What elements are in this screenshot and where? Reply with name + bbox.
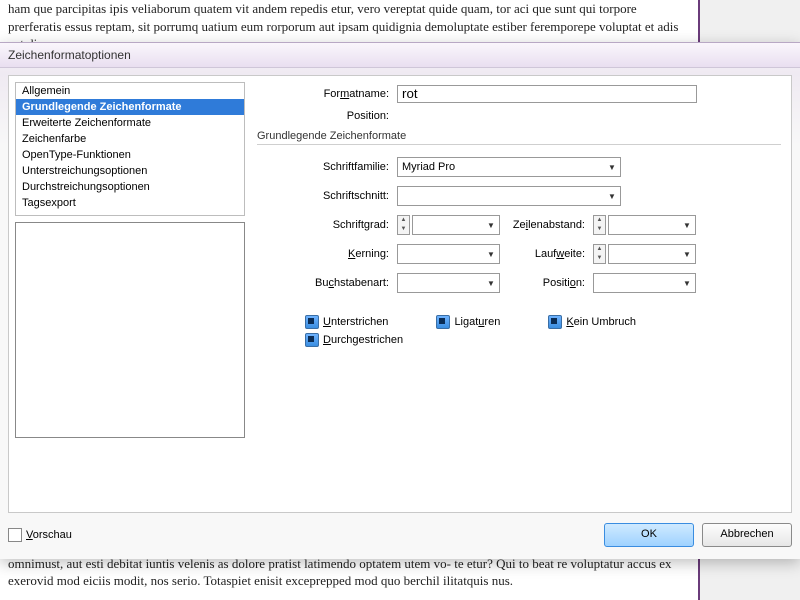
buchstabenart-label: Buchstabenart: xyxy=(257,277,397,289)
kerning-label: Kerning: xyxy=(257,248,397,260)
chevron-down-icon: ▼ xyxy=(679,221,695,230)
formatname-label: Formatname: xyxy=(257,88,397,100)
checkbox-row-2: Durchgestrichen xyxy=(305,333,781,347)
laufweite-label: Laufweite: xyxy=(500,248,593,260)
unterstrichen-checkbox[interactable]: Unterstrichen xyxy=(305,315,388,329)
chevron-down-icon: ▼ xyxy=(483,250,499,259)
position-top-label: Position: xyxy=(257,110,397,122)
kein-umbruch-label: Kein Umbruch xyxy=(566,316,636,328)
sidebar-item-erweiterte-zeichenformate[interactable]: Erweiterte Zeichenformate xyxy=(16,115,244,131)
vorschau-label: Vorschau xyxy=(26,529,72,541)
sidebar-item-opentype-funktionen[interactable]: OpenType-Funktionen xyxy=(16,147,244,163)
preview-box xyxy=(15,222,245,438)
chevron-down-icon: ▼ xyxy=(679,250,695,259)
kerning-combo[interactable]: ▼ xyxy=(397,244,500,264)
section-divider xyxy=(257,144,781,145)
schriftfamilie-combo[interactable]: Myriad Pro ▼ xyxy=(397,157,621,177)
ligaturen-checkbox[interactable]: Ligaturen xyxy=(436,315,500,329)
checkbox-icon xyxy=(305,333,319,347)
chevron-down-icon: ▼ xyxy=(604,163,620,172)
position-label: Position: xyxy=(500,277,593,289)
laufweite-spinner[interactable]: ▲▼ xyxy=(593,244,606,264)
schriftfamilie-value: Myriad Pro xyxy=(398,161,604,173)
sidebar-item-tagsexport[interactable]: Tagsexport xyxy=(16,195,244,211)
field-grid: Schriftfamilie: Myriad Pro ▼ Schriftschn… xyxy=(257,155,781,297)
character-style-options-dialog: Zeichenformatoptionen Allgemein Grundleg… xyxy=(0,42,800,559)
kein-umbruch-checkbox[interactable]: Kein Umbruch xyxy=(548,315,636,329)
dialog-footer: Vorschau OK Abbrechen xyxy=(8,521,792,549)
zeilenabstand-combo[interactable]: ▼ xyxy=(608,215,696,235)
durchgestrichen-checkbox[interactable]: Durchgestrichen xyxy=(305,333,403,347)
chevron-down-icon: ▼ xyxy=(679,279,695,288)
formatname-input[interactable] xyxy=(397,85,697,103)
schriftschnitt-combo[interactable]: ▼ xyxy=(397,186,621,206)
sidebar-item-durchstreichungsoptionen[interactable]: Durchstreichungsoptionen xyxy=(16,179,244,195)
schriftschnitt-label: Schriftschnitt: xyxy=(257,190,397,202)
sidebar-item-zeichenfarbe[interactable]: Zeichenfarbe xyxy=(16,131,244,147)
chevron-down-icon: ▼ xyxy=(483,221,499,230)
sidebar: Allgemein Grundlegende Zeichenformate Er… xyxy=(15,82,245,438)
schriftfamilie-label: Schriftfamilie: xyxy=(257,161,397,173)
zeilenabstand-label: Zeilenabstand: xyxy=(500,219,593,231)
sidebar-item-unterstreichungsoptionen[interactable]: Unterstreichungsoptionen xyxy=(16,163,244,179)
checkbox-icon xyxy=(305,315,319,329)
unterstrichen-label: Unterstrichen xyxy=(323,316,388,328)
sidebar-item-allgemein[interactable]: Allgemein xyxy=(16,83,244,99)
ok-button[interactable]: OK xyxy=(604,523,694,547)
zeilenabstand-spinner[interactable]: ▲▼ xyxy=(593,215,606,235)
schriftgrad-spinner[interactable]: ▲▼ xyxy=(397,215,410,235)
checkbox-row-1: Unterstrichen Ligaturen Kein Umbruch xyxy=(305,315,781,329)
chevron-down-icon: ▼ xyxy=(483,279,499,288)
checkbox-icon xyxy=(436,315,450,329)
category-list[interactable]: Allgemein Grundlegende Zeichenformate Er… xyxy=(15,82,245,216)
section-title: Grundlegende Zeichenformate xyxy=(257,130,781,142)
dialog-body: Allgemein Grundlegende Zeichenformate Er… xyxy=(8,75,792,513)
main-pane: Formatname: Position: Grundlegende Zeich… xyxy=(257,82,781,506)
chevron-down-icon: ▼ xyxy=(604,192,620,201)
bg-bottom-text: omnimust, aut esti debitat iuntis veleni… xyxy=(8,555,690,590)
checkbox-icon xyxy=(548,315,562,329)
cancel-button[interactable]: Abbrechen xyxy=(702,523,792,547)
schriftgrad-label: Schriftgrad: xyxy=(257,219,397,231)
dialog-title: Zeichenformatoptionen xyxy=(0,43,800,68)
position-combo[interactable]: ▼ xyxy=(593,273,696,293)
vorschau-checkbox[interactable] xyxy=(8,528,22,542)
schriftgrad-combo[interactable]: ▼ xyxy=(412,215,500,235)
buchstabenart-combo[interactable]: ▼ xyxy=(397,273,500,293)
sidebar-item-grundlegende-zeichenformate[interactable]: Grundlegende Zeichenformate xyxy=(16,99,244,115)
laufweite-combo[interactable]: ▼ xyxy=(608,244,696,264)
durchgestrichen-label: Durchgestrichen xyxy=(323,334,403,346)
ligaturen-label: Ligaturen xyxy=(454,316,500,328)
